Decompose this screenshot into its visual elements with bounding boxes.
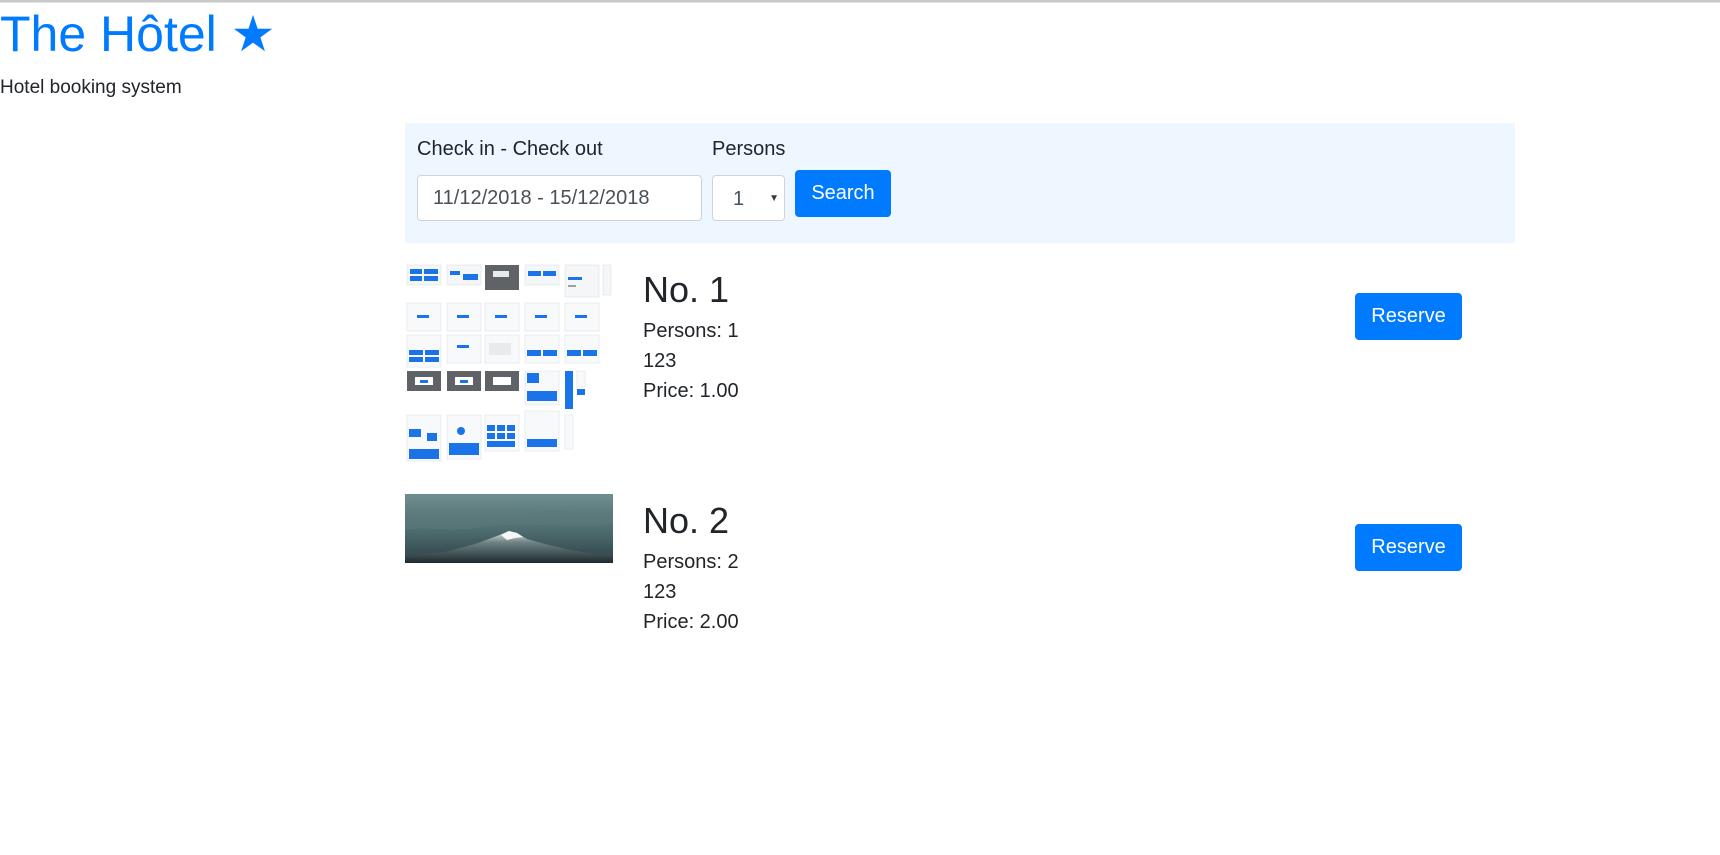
room-title: No. 2	[643, 500, 730, 541]
room-image[interactable]	[405, 263, 613, 469]
dates-label: Check in - Check out	[417, 138, 603, 160]
chevron-down-icon: ▼	[769, 193, 779, 204]
room-persons: Persons: 2	[643, 551, 739, 573]
room-image[interactable]	[405, 494, 613, 563]
persons-select[interactable]: 1 ▼	[712, 175, 785, 221]
date-range-input[interactable]	[417, 175, 702, 221]
room-description: 123	[643, 581, 677, 603]
mountain-image	[405, 494, 613, 563]
search-form: Check in - Check out Persons 1 ▼ Search	[405, 123, 1515, 243]
persons-label: Persons	[712, 138, 786, 160]
browser-top-border	[0, 0, 1720, 3]
room-description: 123	[643, 350, 677, 372]
room-card: No. 2 Persons: 2 123 Price: 2.00 Reserve	[405, 494, 1515, 644]
persons-selected-value: 1	[733, 188, 745, 210]
site-tagline: Hotel booking system	[0, 77, 182, 98]
room-card: No. 1 Persons: 1 123 Price: 1.00 Reserve	[405, 263, 1515, 473]
room-persons: Persons: 1	[643, 320, 739, 342]
site-title[interactable]: The Hôtel ★	[0, 6, 276, 62]
reserve-button[interactable]: Reserve	[1355, 293, 1462, 340]
room-title: No. 1	[643, 269, 730, 310]
ui-screens-collage-image	[405, 263, 613, 469]
search-button[interactable]: Search	[795, 170, 891, 217]
room-price: Price: 1.00	[643, 380, 739, 402]
reserve-button[interactable]: Reserve	[1355, 524, 1462, 571]
room-price: Price: 2.00	[643, 611, 739, 633]
